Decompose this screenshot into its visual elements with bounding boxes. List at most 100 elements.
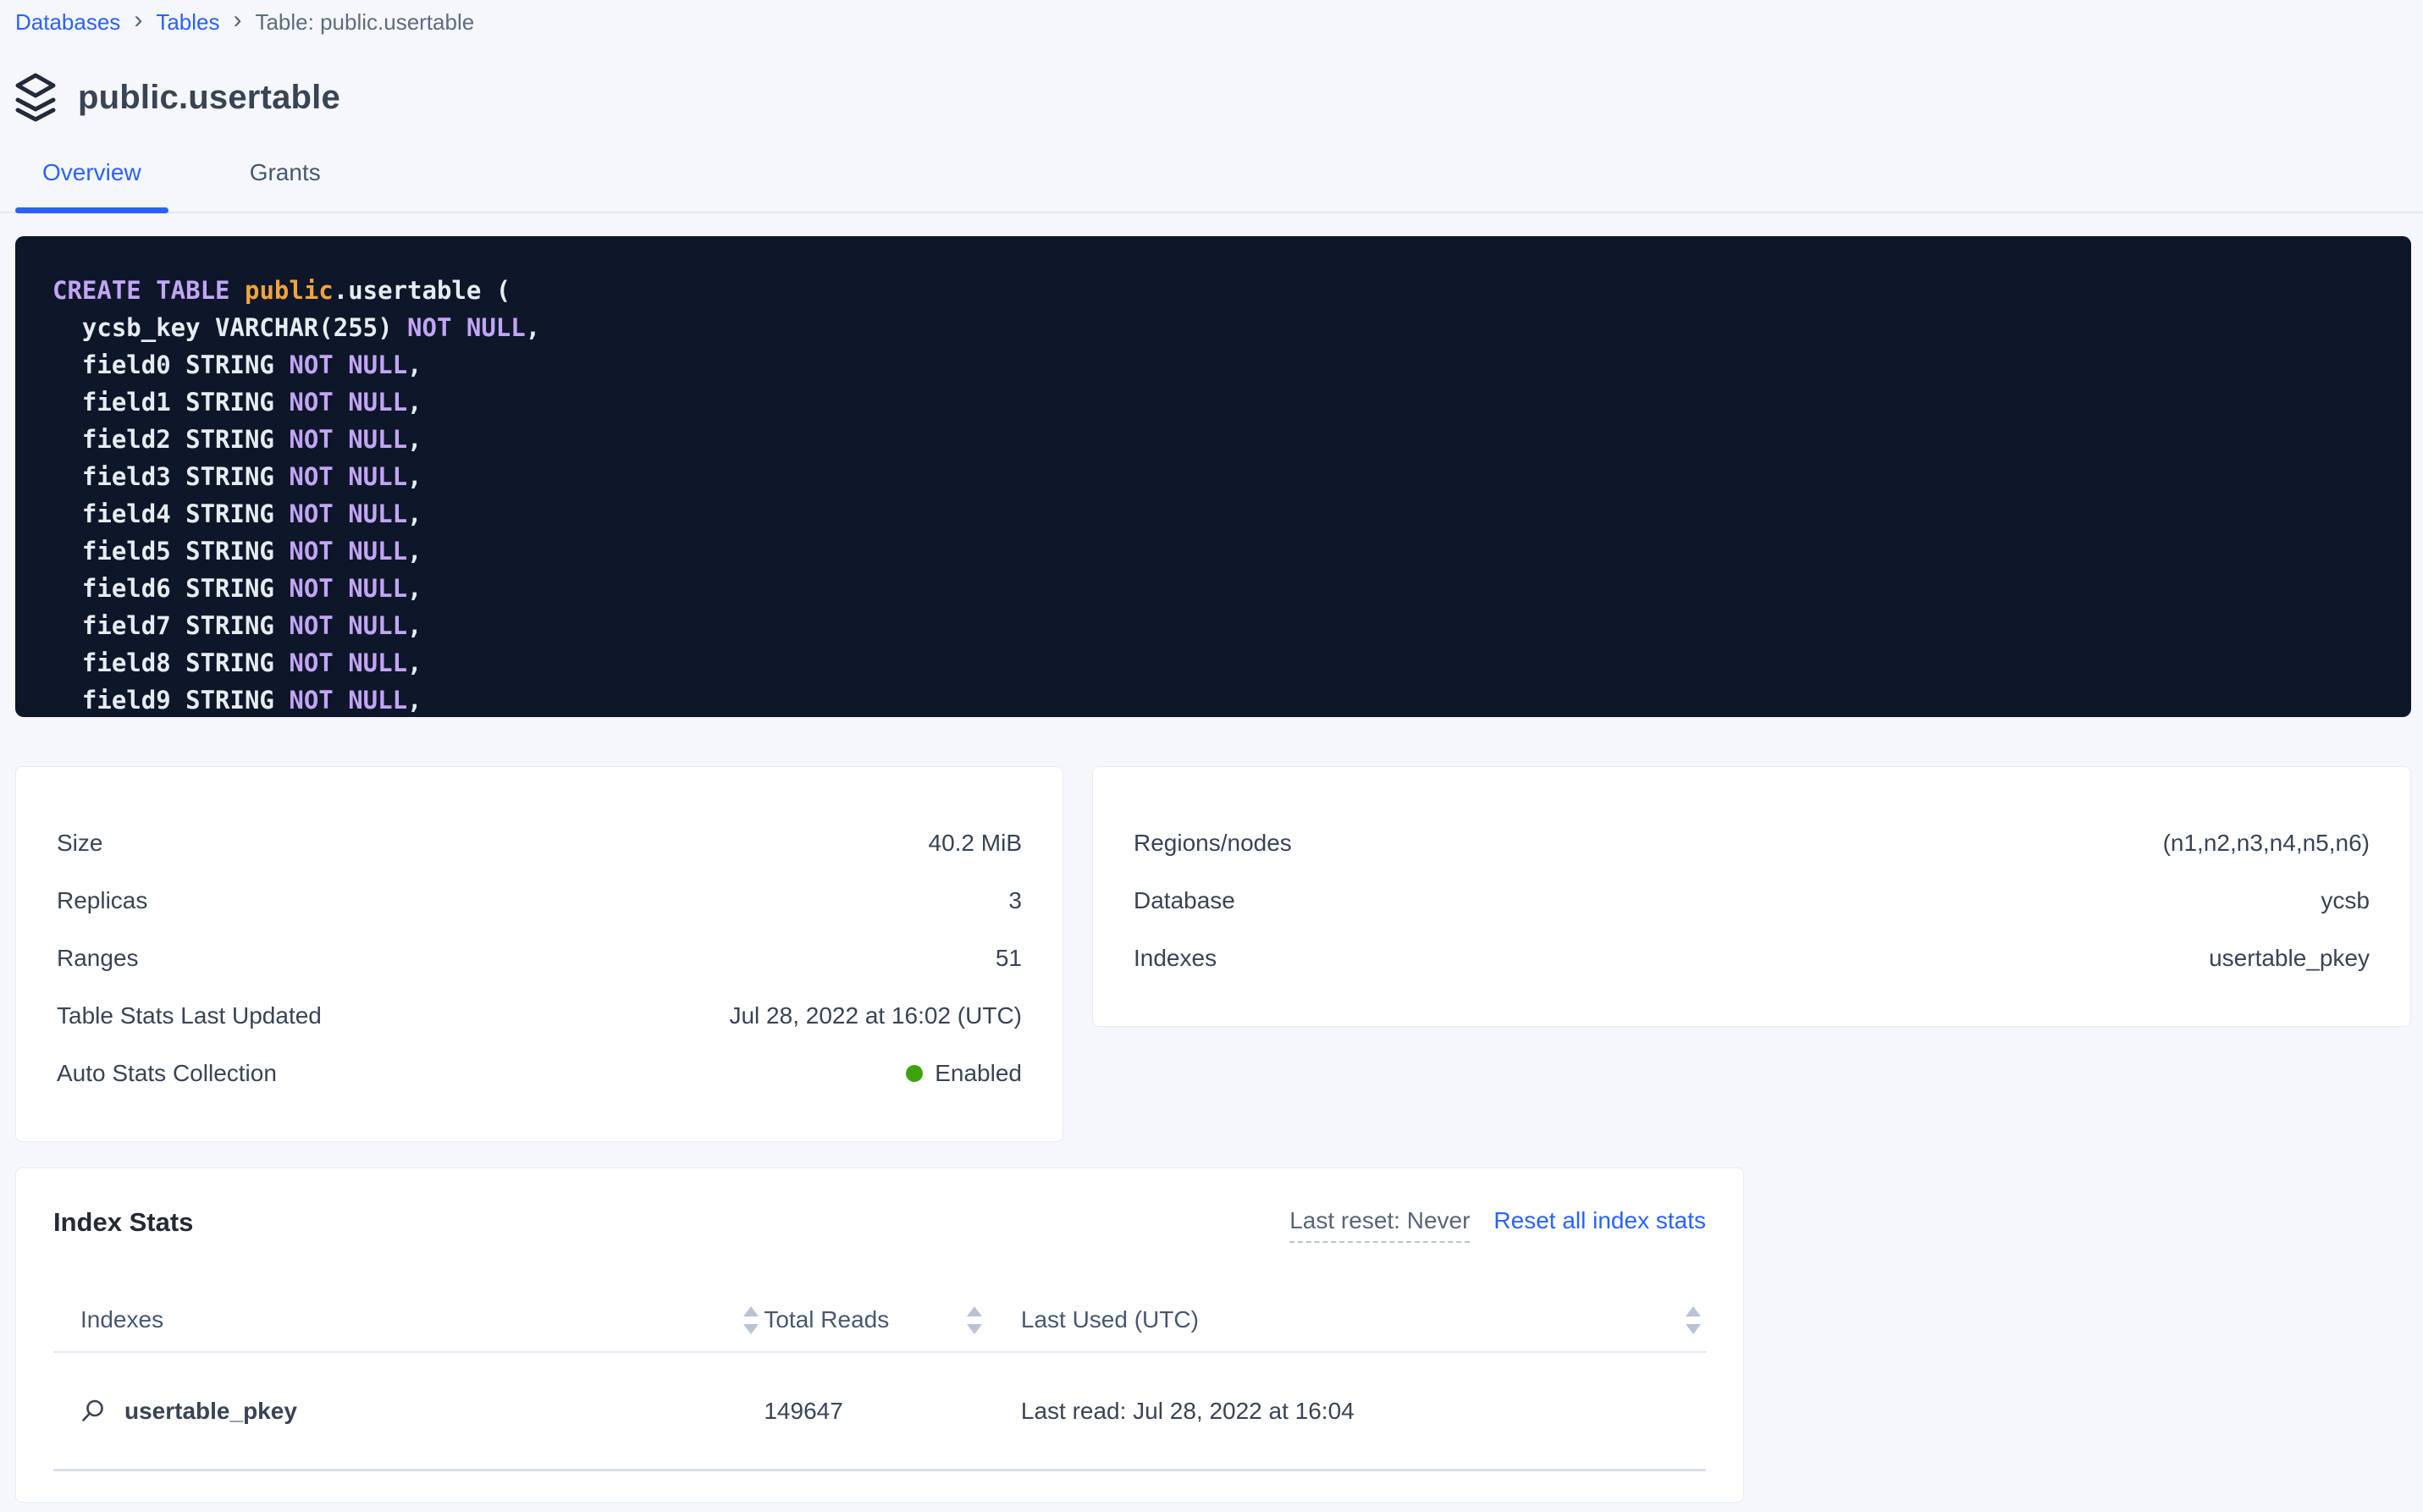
sql-token-kw: NOT NULL — [289, 462, 407, 491]
sql-token-kw: NOT NULL — [289, 425, 407, 454]
stat-label: Indexes — [1134, 945, 1217, 972]
sql-token-schema: public — [245, 276, 334, 305]
sql-token-kw: NOT NULL — [289, 574, 407, 603]
stat-value-text: Jul 28, 2022 at 16:02 (UTC) — [729, 1002, 1022, 1029]
stat-value-text: usertable_pkey — [2209, 945, 2370, 972]
stat-label: Replicas — [57, 887, 147, 914]
tab-overview-label: Overview — [42, 159, 141, 185]
active-tab-indicator — [15, 207, 168, 213]
sql-code-line: field2 STRING NOT NULL, — [52, 421, 2374, 458]
sql-token-plain: , — [407, 350, 422, 379]
reset-all-index-stats-link[interactable]: Reset all index stats — [1493, 1207, 1706, 1234]
sql-token-plain: field3 STRING — [52, 462, 289, 491]
sort-icon[interactable] — [743, 1306, 764, 1334]
stat-value: usertable_pkey — [2209, 945, 2370, 972]
stat-row: Indexes usertable_pkey — [1134, 930, 2370, 987]
status-dot-icon — [906, 1065, 923, 1082]
sql-code-line: field0 STRING NOT NULL, — [52, 346, 2374, 384]
sql-code-line: field1 STRING NOT NULL, — [52, 384, 2374, 421]
last-used-value: Last read: Jul 28, 2022 at 16:04 — [1021, 1398, 1355, 1425]
sql-token-plain: field2 STRING — [52, 425, 289, 454]
layers-icon — [15, 73, 56, 122]
sql-code-line: CREATE TABLE public.usertable ( — [52, 272, 2374, 309]
stat-row: Database ycsb — [1134, 872, 2370, 930]
sql-token-plain: , — [407, 462, 422, 491]
sql-token-kw: NOT NULL — [289, 350, 407, 379]
stat-value-text: (n1,n2,n3,n4,n5,n6) — [2163, 830, 2370, 857]
stat-row: Table Stats Last UpdatedJul 28, 2022 at … — [57, 987, 1022, 1045]
sql-token-plain: , — [526, 313, 540, 342]
index-stats-table-header: Indexes Total Reads Last Used (UTC) — [53, 1289, 1706, 1353]
database-details-card: Regions/nodes(n1,n2,n3,n4,n5,n6)Database… — [1092, 766, 2411, 1027]
stat-value: 3 — [1008, 887, 1022, 914]
stat-value: 51 — [996, 945, 1022, 972]
sql-token-plain: , — [407, 425, 422, 454]
sql-token-kw: NOT NULL — [289, 388, 407, 417]
index-stats-table: Indexes Total Reads Last Used (UTC) user… — [53, 1289, 1706, 1471]
column-header-last-used[interactable]: Last Used (UTC) — [987, 1306, 1706, 1334]
tab-overview[interactable]: Overview — [15, 159, 168, 212]
sql-token-kw: NOT NULL — [289, 648, 407, 677]
stat-value: ycsb — [2321, 887, 2370, 914]
sql-token-kw: NOT NULL — [407, 313, 526, 342]
sql-token-plain: field1 STRING — [52, 388, 289, 417]
sql-token-plain: field7 STRING — [52, 611, 289, 640]
breadcrumb-current: Table: public.usertable — [255, 8, 474, 36]
column-header-label: Last Used (UTC) — [1021, 1306, 1199, 1333]
sql-token-plain: field6 STRING — [52, 574, 289, 603]
stat-value: (n1,n2,n3,n4,n5,n6) — [2163, 830, 2370, 857]
sql-token-kw: NOT NULL — [289, 611, 407, 640]
stat-label: Database — [1134, 887, 1235, 914]
sql-code-line: field7 STRING NOT NULL, — [52, 607, 2374, 644]
stat-value-text: 40.2 MiB — [929, 830, 1023, 857]
chevron-right-icon: › — [134, 9, 142, 35]
column-header-indexes[interactable]: Indexes — [53, 1306, 764, 1334]
table-details-card: Size40.2 MiBReplicas3Ranges51Table Stats… — [15, 766, 1063, 1142]
stat-row: Replicas 3 — [57, 872, 1022, 930]
sql-token-plain: field4 STRING — [52, 499, 289, 528]
breadcrumb-link-databases[interactable]: Databases — [15, 8, 120, 36]
sql-token-kw: NOT NULL — [289, 537, 407, 566]
stat-value: Enabled — [906, 1060, 1022, 1087]
index-stats-title: Index Stats — [53, 1207, 193, 1238]
sql-token-plain: ycsb_key VARCHAR(255) — [52, 313, 407, 342]
index-stats-card: Index Stats Last reset: Never Reset all … — [15, 1167, 1744, 1503]
column-header-label: Total Reads — [764, 1306, 889, 1333]
sql-code-line: field4 STRING NOT NULL, — [52, 495, 2374, 533]
table-details-page: Databases › Tables › Table: public.usert… — [0, 0, 2423, 1503]
sql-code-line: field5 STRING NOT NULL, — [52, 533, 2374, 570]
index-stats-header: Index Stats Last reset: Never Reset all … — [53, 1207, 1706, 1255]
sql-code-line: field3 STRING NOT NULL, — [52, 458, 2374, 495]
sql-create-statement: CREATE TABLE public.usertable ( ycsb_key… — [15, 236, 2411, 717]
sort-icon[interactable] — [1686, 1306, 1706, 1334]
sql-token-plain: , — [407, 574, 422, 603]
stat-value-text: ycsb — [2321, 887, 2370, 914]
column-header-total-reads[interactable]: Total Reads — [764, 1306, 987, 1334]
index-stats-row[interactable]: usertable_pkey 149647 Last read: Jul 28, 2… — [53, 1353, 1706, 1471]
sql-code-line: field9 STRING NOT NULL, — [52, 682, 2374, 717]
page-title-row: public.usertable — [15, 73, 2411, 122]
tab-grants[interactable]: Grants — [223, 159, 348, 212]
index-stats-table-body: usertable_pkey 149647 Last read: Jul 28, 2… — [53, 1353, 1706, 1471]
stat-value: 40.2 MiB — [929, 830, 1023, 857]
breadcrumb: Databases › Tables › Table: public.usert… — [15, 0, 2411, 36]
chevron-right-icon: › — [233, 9, 241, 35]
stat-label: Auto Stats Collection — [57, 1060, 277, 1087]
sql-token-plain: field0 STRING — [52, 350, 289, 379]
column-header-label: Indexes — [80, 1306, 163, 1333]
sql-token-kw: CREATE TABLE — [52, 276, 245, 305]
total-reads-value: 149647 — [764, 1398, 842, 1425]
stat-label: Size — [57, 830, 102, 857]
sql-token-plain: .usertable ( — [334, 276, 511, 305]
last-reset-label[interactable]: Last reset: Never — [1289, 1207, 1470, 1243]
breadcrumb-link-tables[interactable]: Tables — [156, 8, 219, 36]
sql-token-plain: field8 STRING — [52, 648, 289, 677]
index-stats-actions: Last reset: Never Reset all index stats — [1289, 1207, 1706, 1243]
sort-icon[interactable] — [967, 1306, 987, 1334]
page-title: public.usertable — [78, 79, 340, 117]
stat-value: Jul 28, 2022 at 16:02 (UTC) — [729, 1002, 1022, 1029]
sql-token-plain: field9 STRING — [52, 686, 289, 715]
index-name[interactable]: usertable_pkey — [124, 1398, 297, 1425]
search-icon — [80, 1399, 106, 1424]
sql-token-plain: , — [407, 388, 422, 417]
